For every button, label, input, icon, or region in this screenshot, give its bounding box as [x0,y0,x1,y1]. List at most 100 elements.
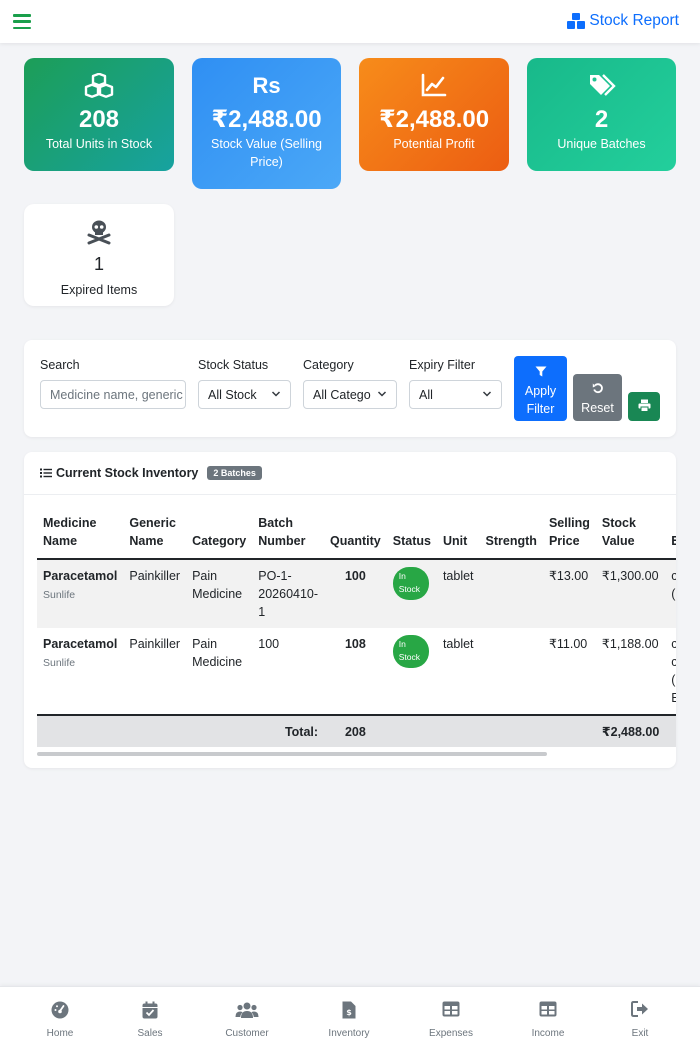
stock-value-label: Stock Value (Selling Price) [211,137,322,169]
unique-batches-card: 2 Unique Batches [527,58,676,171]
nav-label: Income [531,1028,565,1039]
search-input[interactable]: Medicine name, generic [40,380,186,409]
reset-button[interactable]: Reset [573,374,622,421]
undo-icon [592,383,603,394]
quantity-cell: 100 [344,569,366,583]
nav-item-exit[interactable]: Exit [600,1001,680,1039]
total-units-value: 208 [78,106,120,133]
stock-value-cell: ₹1,300.00 [601,569,659,583]
nav-item-customer[interactable]: Customer [207,1001,287,1039]
nav-label: Customer [225,1028,269,1039]
horizontal-scrollbar[interactable] [37,752,547,756]
nav-item-income[interactable]: Income [508,1001,588,1039]
nav-item-inventory[interactable]: $ Inventory [309,1001,389,1039]
chevron-down-icon [482,391,492,397]
stock-status-label: Stock Status [198,358,269,372]
expired-items-card: 1 Expired Items [24,204,174,306]
search-label: Search [40,358,80,372]
reset-label: Reset [581,401,614,415]
total-label: Total: [37,714,325,747]
medicine-brand: Sunlife [43,589,76,601]
unique-batches-label: Unique Batches [557,137,646,151]
col-generic-name[interactable]: Generic Name [123,508,187,560]
overflow-cell: c c(E [671,637,676,705]
col-quantity[interactable]: Quantity [324,508,387,560]
unit-cell: tablet [442,637,474,651]
potential-profit-card: ₹2,488.00 Potential Profit [359,58,509,171]
gauge-icon [51,1001,69,1019]
table-row[interactable]: Paracetamol Sunlife Painkiller Pain Medici… [37,559,676,628]
category-select[interactable]: All Catego [303,380,397,409]
batches-badge: 2 Batches [207,466,262,480]
category-cell: Pain Medicine [192,569,243,601]
batch-cell: PO-1- 20260410- 1 [258,569,319,619]
nav-label: Inventory [328,1028,370,1039]
table-icon [539,1001,557,1017]
menu-icon[interactable] [13,14,31,30]
col-batch-number[interactable]: Batch Number [252,508,325,560]
print-button[interactable] [628,392,660,421]
strength-cell [480,628,543,715]
status-cell: In Stock [387,628,437,715]
page-title: Stock Report [567,12,679,30]
total-units-label: Total Units in Stock [45,137,153,151]
nav-item-expenses[interactable]: Expenses [411,1001,491,1039]
sign-out-icon [631,1001,648,1017]
nav-label: Sales [137,1028,163,1039]
users-icon [235,1002,259,1018]
potential-profit-label: Potential Profit [393,137,475,151]
batch-cell: 100 [258,637,280,651]
expiry-filter-value: All [419,388,433,402]
skull-crossbones-icon [87,220,111,245]
print-icon [638,399,650,412]
chevron-down-icon [271,391,281,397]
expired-items-value: 1 [93,254,104,274]
category-cell: Pain Medicine [192,637,243,669]
status-badge: In Stock [392,567,429,600]
expired-items-label: Expired Items [60,283,138,297]
medicine-name: Paracetamol [43,637,118,651]
total-value: ₹2,488.00 [595,714,666,747]
col-stock-value[interactable]: Stock Value [595,508,666,560]
apply-line-1: Apply [524,384,557,398]
nav-item-sales[interactable]: Sales [110,1001,190,1039]
col-medicine-name[interactable]: Medicine Name [37,508,124,560]
table-icon [442,1001,460,1017]
page-title-text: Stock Report [589,12,679,29]
col-status[interactable]: Status [386,508,437,560]
col-strength[interactable]: Strength [479,508,543,560]
filter-panel: Search Medicine name, generic Stock Stat… [24,340,676,437]
overflow-cell: c( [671,569,676,601]
col-category[interactable]: Category [186,508,253,560]
selling-price-cell: ₹13.00 [548,569,589,583]
stock-value-card: Rs ₹2,488.00 Stock Value (Selling Price) [192,58,341,189]
generic-name: Painkiller [129,569,181,583]
status-badge: In Stock [392,635,429,668]
calendar-check-icon [142,1001,158,1019]
medicine-name: Paracetamol [43,569,118,583]
line-chart-icon [421,73,447,97]
tags-icon [589,74,616,96]
medicine-brand: Sunlife [43,657,76,669]
stock-value-value: ₹2,488.00 [211,106,322,133]
nav-item-home[interactable]: Home [20,1001,100,1039]
rupee-icon: Rs [252,73,281,98]
stock-status-select[interactable]: All Stock [198,380,291,409]
apply-filter-button[interactable]: Apply Filter [514,356,567,421]
generic-name: Painkiller [129,637,181,651]
col-overflow[interactable]: E [665,508,676,560]
table-row[interactable]: Paracetamol Sunlife Painkiller Pain Medici… [37,628,676,715]
category-label: Category [303,358,354,372]
col-unit[interactable]: Unit [436,508,480,560]
quantity-cell: 108 [344,637,366,651]
total-quantity: 208 [324,714,387,747]
expiry-filter-label: Expiry Filter [409,358,475,372]
category-value: All Catego [313,388,371,402]
potential-profit-value: ₹2,488.00 [378,106,490,133]
expiry-filter-select[interactable]: All [409,380,502,409]
nav-label: Exit [631,1028,649,1039]
unit-cell: tablet [442,569,474,583]
col-selling-price[interactable]: Selling Price [542,508,596,560]
top-bar: Stock Report [0,0,700,43]
total-units-card: 208 Total Units in Stock [24,58,174,171]
